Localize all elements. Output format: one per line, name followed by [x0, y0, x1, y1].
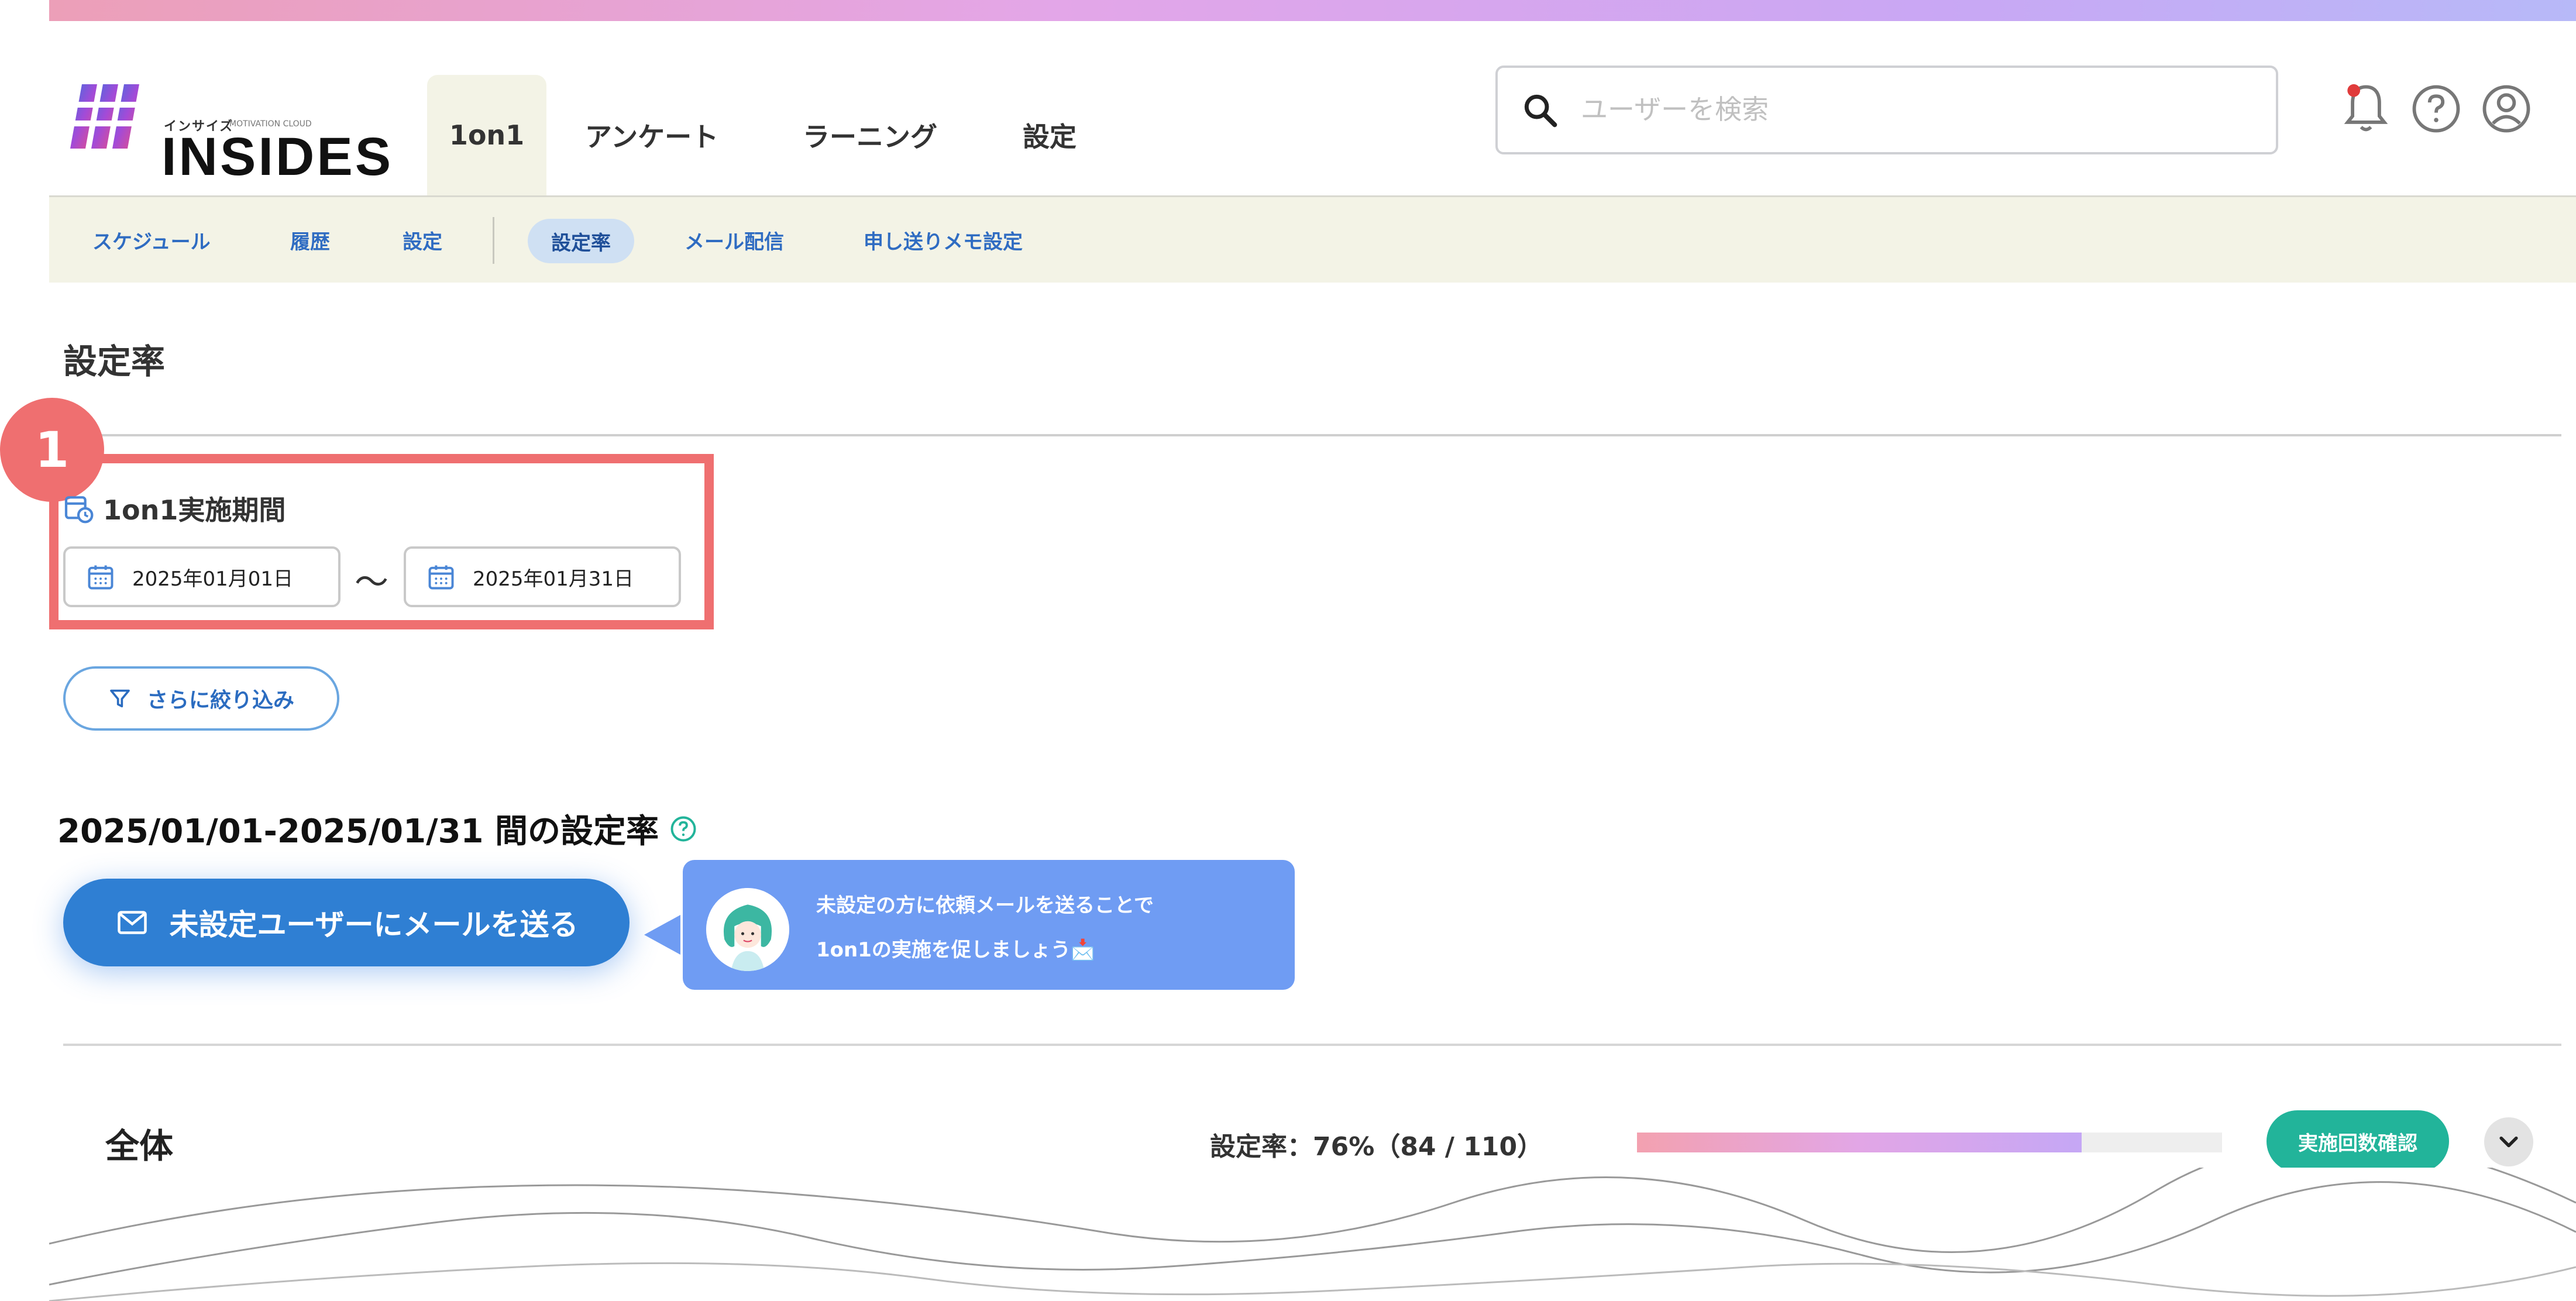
setting-rate-progress-bar	[1637, 1133, 2222, 1152]
end-date-picker[interactable]: 2025年01月31日	[404, 546, 681, 607]
subnav-settings[interactable]: 設定	[403, 197, 442, 283]
mail-button-label: 未設定ユーザーにメールを送る	[169, 908, 579, 942]
more-filter-button[interactable]: さらに絞り込み	[63, 666, 339, 731]
tip-speech-bubble: 未設定の方に依頼メールを送ることで 1on1の実施を促しましょう📩	[683, 860, 1295, 990]
subnav-label: メール配信	[685, 230, 784, 254]
search-input[interactable]	[1580, 85, 2249, 133]
subnav-label: 履歴	[290, 230, 330, 254]
summary-row-label: 全体	[105, 1126, 174, 1166]
speech-bubble-tail	[644, 915, 680, 955]
tab-learning[interactable]: ラーニング	[791, 75, 949, 195]
rate-heading-text: 2025/01/01-2025/01/31 間の設定率	[57, 813, 659, 851]
tab-label: アンケート	[584, 121, 719, 153]
app-frame: インサイズ MOTIVATION CLOUD INSIDES 1on1 アンケー…	[0, 21, 2576, 1301]
tab-label: 設定	[1023, 121, 1077, 153]
logo-mark-icon	[70, 84, 146, 149]
app-header: インサイズ MOTIVATION CLOUD INSIDES 1on1 アンケー…	[49, 21, 2576, 197]
check-count-label: 実施回数確認	[2298, 1131, 2417, 1155]
bell-icon	[2344, 84, 2388, 132]
torn-edge-wave	[49, 1168, 2576, 1301]
date-range-separator: 〜	[355, 562, 389, 602]
tip-line-2: 1on1の実施を促しましょう📩	[816, 938, 1096, 962]
notification-bell[interactable]	[2337, 80, 2395, 138]
subnav-setting-rate[interactable]: 設定率	[528, 219, 634, 263]
divider	[63, 1044, 2561, 1046]
help-circle-icon[interactable]	[668, 814, 699, 844]
tab-label: 1on1	[449, 119, 525, 151]
account-button[interactable]	[2477, 80, 2536, 138]
subnav-schedule[interactable]: スケジュール	[92, 197, 211, 283]
assistant-avatar	[706, 888, 789, 971]
expand-toggle[interactable]	[2484, 1117, 2533, 1166]
tip-line-1: 未設定の方に依頼メールを送ることで	[816, 894, 1154, 917]
notification-dot	[2347, 84, 2360, 97]
user-search-box[interactable]	[1495, 66, 2278, 154]
calendar-icon	[428, 565, 454, 590]
subnav-divider	[493, 217, 494, 264]
help-button[interactable]	[2407, 80, 2465, 138]
calendar-icon	[88, 565, 114, 590]
insides-logo[interactable]: インサイズ MOTIVATION CLOUD INSIDES	[70, 68, 391, 184]
subnav-mail-delivery[interactable]: メール配信	[685, 197, 784, 283]
summary-rate-text: 設定率：76%（84 / 110）	[1210, 1132, 1543, 1162]
search-icon	[1524, 94, 1557, 128]
divider	[63, 434, 2561, 436]
subnav-handover-memo[interactable]: 申し送りメモ設定	[864, 197, 1023, 283]
start-date-value: 2025年01月01日	[132, 567, 294, 591]
annotation-badge: 1	[0, 398, 104, 502]
tip-text: 未設定の方に依頼メールを送ることで 1on1の実施を促しましょう📩	[816, 883, 1284, 972]
sub-navigation: スケジュール 履歴 設定 設定率 メール配信 申し送りメモ設定	[49, 197, 2576, 283]
top-gradient-bar	[49, 0, 2576, 21]
subnav-label: 申し送りメモ設定	[864, 230, 1023, 254]
logo-wordmark: INSIDES	[161, 127, 394, 187]
start-date-picker[interactable]: 2025年01月01日	[63, 546, 341, 607]
help-icon	[2412, 85, 2460, 133]
chevron-down-icon	[2499, 1136, 2518, 1148]
avatar-illustration-icon	[706, 888, 789, 971]
filter-icon	[110, 689, 130, 708]
period-label: 1on1実施期間	[62, 489, 286, 528]
period-label-text: 1on1実施期間	[103, 494, 286, 526]
rate-period-heading: 2025/01/01-2025/01/31 間の設定率	[57, 805, 699, 852]
subnav-label: 設定率	[551, 231, 611, 255]
subnav-label: 設定	[403, 230, 442, 254]
account-icon	[2482, 85, 2530, 133]
subnav-history[interactable]: 履歴	[290, 197, 330, 283]
tab-survey[interactable]: アンケート	[576, 75, 728, 195]
filter-button-label: さらに絞り込み	[146, 689, 294, 713]
end-date-value: 2025年01月31日	[473, 567, 634, 591]
tab-label: ラーニング	[803, 121, 937, 153]
mail-icon	[117, 911, 147, 934]
progress-fill	[1637, 1133, 2082, 1152]
tab-settings[interactable]: 設定	[1009, 75, 1091, 195]
page-title: 設定率	[63, 342, 166, 381]
calendar-clock-icon	[64, 496, 94, 524]
check-count-button[interactable]: 実施回数確認	[2267, 1110, 2449, 1172]
send-mail-button[interactable]: 未設定ユーザーにメールを送る	[63, 879, 630, 966]
subnav-label: スケジュール	[92, 230, 211, 254]
tab-1on1[interactable]: 1on1	[427, 75, 546, 195]
